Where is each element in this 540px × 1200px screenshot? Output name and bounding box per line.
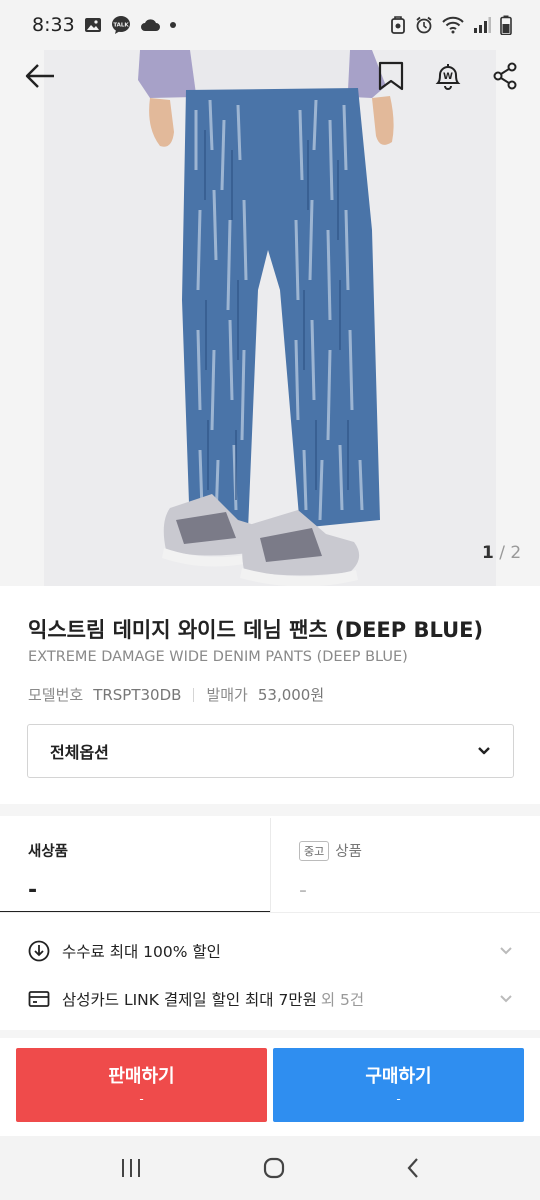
recent-apps-icon[interactable]	[119, 1157, 143, 1179]
credit-card-icon	[28, 990, 50, 1008]
section-divider	[0, 1030, 540, 1038]
product-subtitle: EXTREME DAMAGE WIDE DENIM PANTS (DEEP BL…	[28, 649, 408, 665]
buy-button-label: 구매하기	[365, 1066, 432, 1087]
alarm-icon	[415, 16, 433, 34]
product-top-bar: W	[0, 50, 540, 102]
action-bar: 판매하기 - 구매하기 -	[0, 1038, 540, 1136]
back-icon[interactable]	[405, 1156, 421, 1180]
system-nav-bar	[0, 1136, 540, 1200]
product-meta: 모델번호 TRSPT30DB 발매가 53,000원	[28, 684, 324, 705]
model-number-label: 모델번호	[28, 686, 84, 704]
option-select[interactable]: 전체옵션	[27, 724, 514, 778]
image-counter: 1 / 2	[482, 543, 522, 563]
tab-divider	[0, 912, 540, 913]
product-image-carousel[interactable]	[0, 50, 540, 586]
image-counter-total: 2	[510, 543, 522, 563]
fee-discount-icon	[28, 940, 50, 962]
release-price-label: 발매가	[206, 686, 248, 704]
product-photo	[0, 50, 540, 586]
svg-text:TALK: TALK	[113, 23, 129, 29]
sell-button-label: 판매하기	[108, 1066, 175, 1087]
used-badge: 중고	[299, 840, 330, 861]
tab-used-label: 상품	[335, 844, 362, 860]
tab-new-product[interactable]: 새상품 -	[0, 818, 270, 913]
tab-used-product[interactable]: 중고 상품 -	[270, 818, 540, 913]
benefit-fee-discount[interactable]: 수수료 최대 100% 할인	[28, 936, 514, 966]
image-counter-current: 1	[482, 543, 494, 563]
buy-button-price: -	[396, 1092, 401, 1106]
price-alert-bell-icon[interactable]: W	[434, 61, 462, 91]
sell-button[interactable]: 판매하기 -	[16, 1048, 267, 1122]
home-icon[interactable]	[262, 1156, 286, 1180]
product-title: 익스트림 데미지 와이드 데님 팬츠 (DEEP BLUE)	[28, 618, 484, 642]
benefit-text: 삼성카드 LINK 결제일 할인 최대 7만원	[62, 991, 317, 1009]
option-select-label: 전체옵션	[50, 743, 109, 762]
back-arrow-icon[interactable]	[24, 62, 56, 90]
app-notification-icon	[390, 16, 406, 34]
benefit-card-discount[interactable]: 삼성카드 LINK 결제일 할인 최대 7만원 외 5건	[28, 984, 514, 1014]
share-icon[interactable]	[492, 62, 518, 90]
battery-icon	[500, 15, 512, 35]
kakaotalk-notification-icon: TALK	[111, 15, 131, 35]
status-bar: 8:33 TALK	[0, 0, 540, 50]
tab-used-title: 중고 상품	[299, 840, 362, 861]
tab-new-price: -	[28, 878, 38, 903]
bookmark-icon[interactable]	[378, 61, 404, 91]
section-divider	[0, 804, 540, 816]
wifi-icon	[442, 16, 464, 34]
release-price-value: 53,000원	[257, 686, 325, 704]
sell-button-price: -	[139, 1092, 144, 1106]
status-time: 8:33	[32, 14, 75, 36]
gallery-notification-icon	[84, 16, 102, 34]
tab-used-price: -	[299, 878, 307, 903]
cloud-icon	[140, 18, 160, 32]
chevron-down-icon	[498, 990, 514, 1009]
chevron-down-icon	[498, 942, 514, 961]
signal-icon	[473, 17, 491, 33]
benefit-text: 수수료 최대 100% 할인	[62, 943, 221, 961]
model-number-value: TRSPT30DB	[93, 685, 182, 704]
chevron-down-icon	[477, 746, 491, 756]
benefit-more-count: 외 5건	[320, 991, 365, 1009]
svg-text:W: W	[443, 72, 453, 82]
tab-new-label: 새상품	[28, 844, 69, 860]
buy-button[interactable]: 구매하기 -	[273, 1048, 524, 1122]
meta-divider	[193, 687, 195, 702]
more-notifications-dot-icon	[169, 21, 177, 29]
